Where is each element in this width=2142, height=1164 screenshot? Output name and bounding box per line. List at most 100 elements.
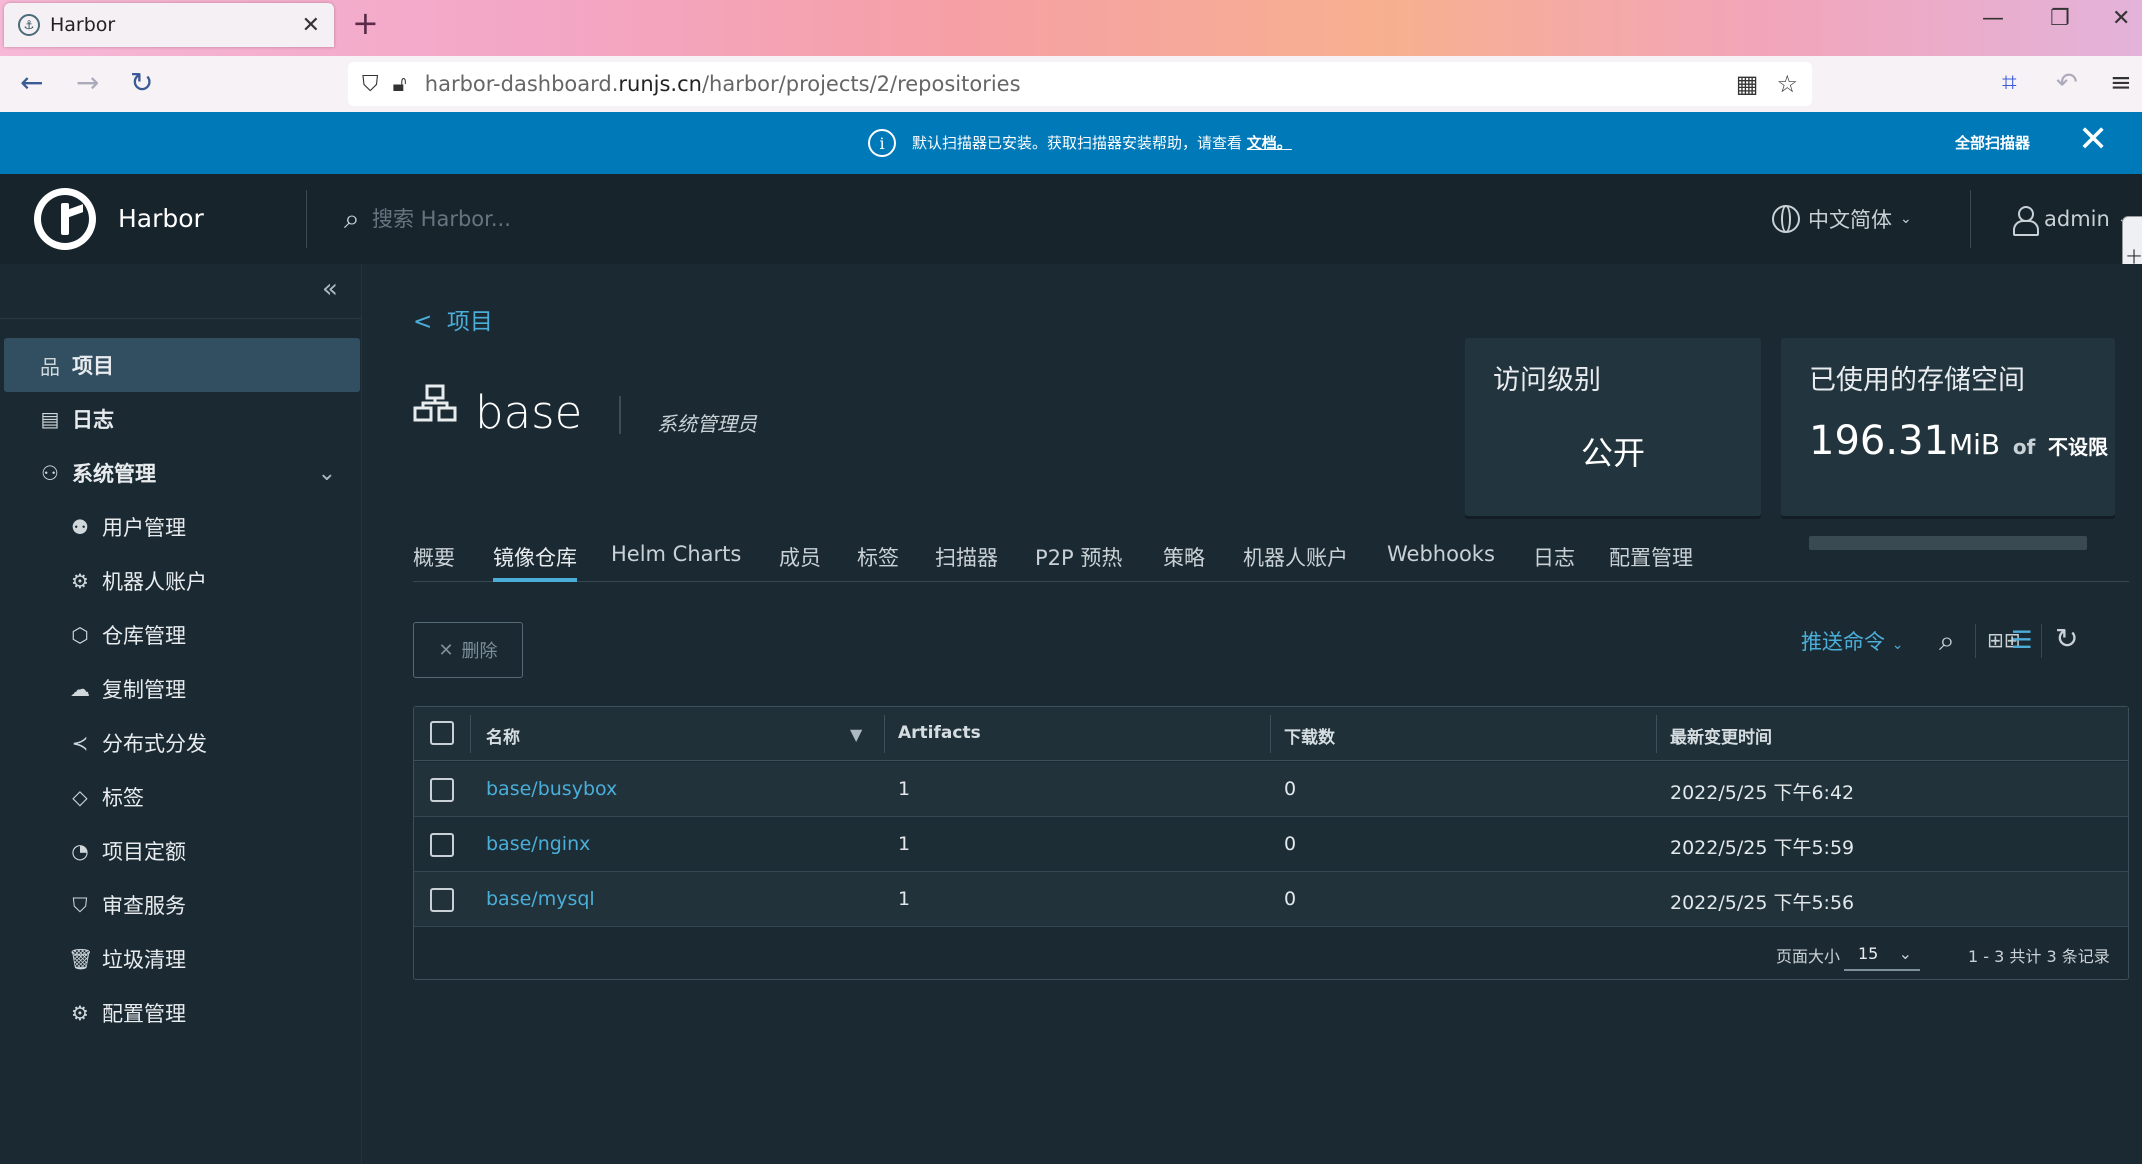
tab-scanner[interactable]: 扫描器 (935, 542, 998, 582)
menu-icon[interactable]: ≡ (2110, 68, 2132, 98)
select-all-checkbox[interactable] (430, 721, 454, 745)
tab-helm-charts[interactable]: Helm Charts (611, 542, 741, 582)
sidebar-item-garbage-collection[interactable]: 🗑︎ 垃圾清理 (4, 932, 360, 986)
column-artifacts[interactable]: Artifacts (898, 723, 981, 743)
docs-link[interactable]: 文档。 (1247, 134, 1292, 152)
info-icon: i (868, 129, 896, 157)
sidebar-item-replications[interactable]: ☁ 复制管理 (4, 662, 360, 716)
column-name[interactable]: 名称 (486, 723, 520, 748)
column-updated[interactable]: 最新变更时间 (1670, 723, 1772, 748)
app-header: Harbor ⌕ 中文简体 ⌄ admin ⌄ (0, 174, 2142, 264)
quota-icon: ◔ (71, 839, 89, 863)
repository-link[interactable]: base/nginx (486, 833, 590, 855)
brand-title[interactable]: Harbor (118, 204, 204, 233)
close-window-icon[interactable]: ✕ (2112, 6, 2130, 31)
downloads-count: 0 (1284, 833, 1297, 855)
sidebar: « 品 项目 ▤ 日志 ⚇ 系统管理 ⌄ ⚉ 用户管理 ⚙ 机器人账户 ⬡ 仓库… (0, 264, 362, 1164)
forward-icon[interactable]: → (76, 66, 99, 99)
share-icon: ≺ (71, 731, 89, 755)
all-scanners-link[interactable]: 全部扫描器 (1955, 132, 2030, 153)
sidebar-item-interrogation[interactable]: ⛉ 审查服务 (4, 878, 360, 932)
refresh-icon[interactable]: ↻ (2055, 622, 2078, 655)
access-level-value: 公开 (1580, 434, 1645, 472)
main-content: < 项目 base 系统管理员 访问级别 公开 已使用的存储空间 196.31M… (363, 264, 2142, 1164)
minimize-icon[interactable]: — (1982, 6, 2004, 31)
tab-p2p-preheat[interactable]: P2P 预热 (1035, 542, 1122, 582)
undo-icon[interactable]: ↶ (2056, 68, 2078, 98)
gear-icon: ⚙ (71, 1001, 89, 1025)
tab-repositories[interactable]: 镜像仓库 (493, 542, 577, 582)
push-command-dropdown[interactable]: 推送命令 ⌄ (1801, 626, 1903, 656)
sidebar-item-logs[interactable]: ▤ 日志 (4, 392, 360, 446)
browser-navbar: ← → ↻ ⛉ 🔓︎ harbor-dashboard.runjs.cn/har… (0, 56, 2142, 112)
table-row: base/mysql 1 0 2022/5/25 下午5:56 (414, 872, 2128, 927)
sidebar-item-distributions[interactable]: ≺ 分布式分发 (4, 716, 360, 770)
tab-logs[interactable]: 日志 (1533, 542, 1575, 582)
globe-icon (1772, 205, 1800, 233)
username: admin (2044, 207, 2110, 231)
updated-time: 2022/5/25 下午5:59 (1670, 837, 1855, 859)
url-text: harbor-dashboard.runjs.cn/harbor/project… (424, 72, 1021, 96)
tab-policy[interactable]: 策略 (1163, 542, 1205, 582)
repository-link[interactable]: base/mysql (486, 888, 595, 910)
new-tab-button[interactable]: + (352, 4, 379, 42)
sidebar-item-projects[interactable]: 品 项目 (4, 338, 360, 392)
qr-code-icon[interactable]: ▦ (1736, 70, 1759, 98)
project-icon: 品 (40, 354, 60, 379)
list-view-icon[interactable]: ☰ (2011, 626, 2033, 654)
user-menu[interactable]: admin ⌄ (2012, 204, 2130, 236)
repository-link[interactable]: base/busybox (486, 778, 617, 800)
reload-icon[interactable]: ↻ (130, 66, 153, 99)
restore-icon[interactable]: ❐ (2050, 6, 2070, 31)
project-name: base (475, 386, 583, 439)
address-bar[interactable]: ⛉ 🔓︎ harbor-dashboard.runjs.cn/harbor/pr… (348, 62, 1812, 106)
back-icon[interactable]: ← (20, 66, 43, 99)
sidebar-item-labels[interactable]: ◇ 标签 (4, 770, 360, 824)
row-checkbox[interactable] (430, 778, 454, 802)
harbor-logo[interactable] (34, 188, 96, 250)
trash-icon: 🗑︎ (68, 947, 94, 971)
users-icon: ⚉ (71, 515, 89, 539)
sidebar-item-users[interactable]: ⚉ 用户管理 (4, 500, 360, 554)
tab-robot-accounts[interactable]: 机器人账户 (1243, 542, 1348, 582)
screenshot-icon[interactable]: ⌗ (2002, 68, 2017, 99)
artifacts-count: 1 (898, 888, 911, 910)
tab-summary[interactable]: 概要 (413, 542, 455, 582)
tab-webhooks[interactable]: Webhooks (1387, 542, 1495, 582)
project-role: 系统管理员 (657, 412, 757, 436)
filter-icon[interactable]: ▼ (850, 725, 862, 744)
tab-members[interactable]: 成员 (779, 542, 821, 582)
artifacts-count: 1 (898, 833, 911, 855)
browser-tab[interactable]: ⚓ Harbor ✕ (4, 3, 334, 47)
bookmark-star-icon[interactable]: ☆ (1776, 70, 1798, 98)
harbor-favicon-icon: ⚓ (18, 14, 40, 36)
global-search-input[interactable] (372, 204, 772, 234)
row-checkbox[interactable] (430, 833, 454, 857)
column-downloads[interactable]: 下载数 (1284, 723, 1335, 748)
tab-configuration[interactable]: 配置管理 (1609, 542, 1693, 582)
breadcrumb[interactable]: < 项目 (413, 302, 493, 336)
row-checkbox[interactable] (430, 888, 454, 912)
sidebar-item-configuration[interactable]: ⚙ 配置管理 (4, 986, 360, 1040)
storage-card: 已使用的存储空间 196.31MiB of 不设限 (1781, 338, 2115, 550)
page-size-select[interactable]: 15 ⌄ (1844, 937, 1920, 971)
close-icon[interactable]: ✕ (2078, 122, 2108, 158)
tab-labels[interactable]: 标签 (857, 542, 899, 582)
sidebar-item-administration[interactable]: ⚇ 系统管理 ⌄ (4, 446, 360, 500)
updated-time: 2022/5/25 下午6:42 (1670, 782, 1855, 804)
sidebar-item-quotas[interactable]: ◔ 项目定额 (4, 824, 360, 878)
language-selector[interactable]: 中文简体 ⌄ (1772, 204, 1912, 234)
sidebar-item-robot-accounts[interactable]: ⚙ 机器人账户 (4, 554, 360, 608)
search-icon[interactable]: ⌕ (1939, 624, 1955, 658)
sidebar-item-registries[interactable]: ⬡ 仓库管理 (4, 608, 360, 662)
artifacts-count: 1 (898, 778, 911, 800)
collapse-sidebar-icon[interactable]: « (322, 274, 338, 304)
close-tab-icon[interactable]: ✕ (302, 13, 320, 38)
delete-button[interactable]: ✕ 删除 (413, 622, 523, 678)
chevron-down-icon: ⌄ (1900, 211, 1912, 227)
project-icon (413, 384, 457, 422)
storage-title: 已使用的存储空间 (1809, 365, 2025, 396)
table-row: base/busybox 1 0 2022/5/25 下午6:42 (414, 762, 2128, 817)
insecure-lock-icon: 🔓︎ (392, 71, 407, 97)
downloads-count: 0 (1284, 778, 1297, 800)
